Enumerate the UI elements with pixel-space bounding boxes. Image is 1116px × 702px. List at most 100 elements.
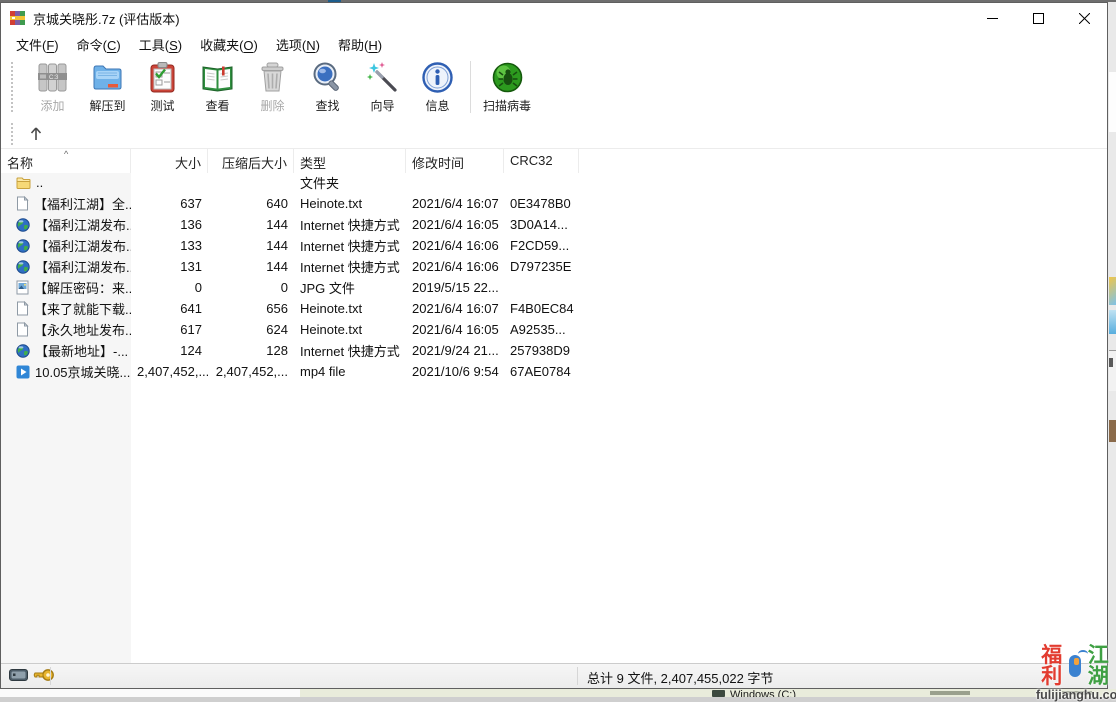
column-header-size[interactable]: 大小 [131,149,208,173]
find-button[interactable]: 查找 [300,56,355,114]
up-arrow-icon[interactable] [28,126,44,142]
file-name-cell: .. [1,175,131,190]
menu-item-2[interactable]: 工具(S) [130,32,191,57]
file-packed-cell: 144 [208,259,294,274]
status-total-text: 总计 9 文件, 2,407,455,022 字节 [587,668,773,687]
menu-item-4[interactable]: 选项(N) [267,32,329,57]
file-row-4[interactable]: 【福利江湖发布...131144Internet 快捷方式2021/6/4 16… [1,256,1107,277]
file-type-cell: Internet 快捷方式 [294,215,406,234]
menu-item-0[interactable]: 文件(F) [7,32,68,57]
file-crc-cell: D797235E [504,259,579,274]
file-type-cell: Internet 快捷方式 [294,341,406,360]
mouse-icon [1069,655,1080,677]
folder-icon [16,176,31,190]
jpg-file-icon [16,280,29,295]
file-size-cell: 0 [131,280,208,295]
url-shortcut-icon [16,260,30,274]
file-name-text: 【最新地址】-... [35,341,128,360]
file-row-6[interactable]: 【来了就能下载...641656Heinote.txt2021/6/4 16:0… [1,298,1107,319]
title-bar[interactable]: 京城关晓彤.7z (评估版本) [1,3,1107,33]
window-title: 京城关晓彤.7z (评估版本) [33,9,180,28]
url-shortcut-icon [16,344,30,358]
toolbar-separator [470,61,471,113]
drive-icon [712,690,725,697]
background-fragment [1109,277,1116,305]
wizard-button[interactable]: 向导 [355,56,410,114]
test-button[interactable]: 测试 [135,56,190,114]
column-header-type[interactable]: 类型 [294,149,406,173]
file-modified-cell: 2021/10/6 9:54 [406,364,504,379]
file-rows: ..文件夹【福利江湖】全...637640Heinote.txt2021/6/4… [1,172,1107,382]
file-size-cell: 133 [131,238,208,253]
file-modified-cell: 2019/5/15 22... [406,280,504,295]
statusbar-separator [50,667,51,685]
menu-item-1[interactable]: 命令(C) [68,32,130,57]
file-packed-cell: 0 [208,280,294,295]
background-fragment [930,691,970,695]
view-button[interactable]: 查看 [190,56,245,114]
file-name-text: 【福利江湖发布... [35,215,131,234]
file-row-2[interactable]: 【福利江湖发布...136144Internet 快捷方式2021/6/4 16… [1,214,1107,235]
file-name-text: 【福利江湖发布... [35,257,131,276]
file-row-7[interactable]: 【永久地址发布...617624Heinote.txt2021/6/4 16:0… [1,319,1107,340]
info-button[interactable]: 信息 [410,56,465,114]
add-archive-icon: C:3 [36,61,69,94]
file-name-cell: 【福利江湖发布... [1,215,131,234]
menu-item-3[interactable]: 收藏夹(O) [191,32,267,57]
file-size-cell: 131 [131,259,208,274]
menu-item-5[interactable]: 帮助(H) [329,32,391,57]
column-header-row: 名称 大小 压缩后大小 类型 修改时间 CRC32 ^ [1,148,1107,173]
file-name-cell: 10.05京城关晓... [1,362,131,381]
virus-scan-icon [491,61,524,94]
file-row-5[interactable]: 【解压密码：来...00JPG 文件2019/5/15 22... [1,277,1107,298]
maximize-button[interactable] [1015,3,1061,33]
drive-label-text: Windows (C:) [730,689,796,697]
file-name-text: 【永久地址发布... [34,320,131,339]
toolbar: C:3 添加 解压到 [1,56,1107,120]
disk-icon[interactable] [9,668,28,682]
maximize-icon [1033,13,1044,24]
watermark-part1: 福利 [1036,645,1067,687]
toolbar-button-label: 删除 [260,97,284,114]
file-crc-cell: A92535... [504,322,579,337]
column-header-modified[interactable]: 修改时间 [406,149,504,173]
file-name-cell: 【福利江湖发布... [1,257,131,276]
background-fragment [1109,310,1116,334]
file-packed-cell: 640 [208,196,294,211]
file-row-0[interactable]: ..文件夹 [1,172,1107,193]
file-size-cell: 641 [131,301,208,316]
toolbar-button-label: 扫描病毒 [483,97,531,114]
toolbar-button-label: 解压到 [89,97,125,114]
text-file-icon [16,301,29,316]
background-fragment [1109,420,1116,442]
file-crc-cell: 257938D9 [504,343,579,358]
extract-button[interactable]: 解压到 [80,56,135,114]
text-file-icon [16,322,29,337]
find-magnifier-icon [311,61,344,94]
info-icon [421,61,454,94]
toolbar-drag-handle[interactable] [11,62,13,112]
view-book-icon [201,61,234,94]
virus-scan-button[interactable]: 扫描病毒 [476,56,538,114]
minimize-button[interactable] [969,3,1015,33]
file-modified-cell: 2021/6/4 16:06 [406,238,504,253]
file-crc-cell: F2CD59... [504,238,579,253]
watermark-url: fulijianghu.com [1036,689,1114,702]
file-row-9[interactable]: 10.05京城关晓...2,407,452,...2,407,452,...mp… [1,361,1107,382]
fulijianghu-watermark: 福利 江湖 fulijianghu.com [1036,645,1114,702]
file-packed-cell: 624 [208,322,294,337]
file-row-1[interactable]: 【福利江湖】全...637640Heinote.txt2021/6/4 16:0… [1,193,1107,214]
column-header-packed[interactable]: 压缩后大小 [208,149,294,173]
key-icon[interactable] [33,668,55,682]
file-row-8[interactable]: 【最新地址】-...124128Internet 快捷方式2021/9/24 2… [1,340,1107,361]
file-type-cell: Internet 快捷方式 [294,236,406,255]
background-fragment [1109,72,1116,132]
column-header-crc32[interactable]: CRC32 [504,149,579,173]
file-type-cell: JPG 文件 [294,278,406,297]
file-name-text: 【福利江湖发布... [35,236,131,255]
file-row-3[interactable]: 【福利江湖发布...133144Internet 快捷方式2021/6/4 16… [1,235,1107,256]
addressbar-drag-handle[interactable] [11,123,13,145]
extract-folder-icon [91,61,124,94]
close-button[interactable] [1061,3,1107,33]
file-name-text: 【来了就能下载... [34,299,131,318]
